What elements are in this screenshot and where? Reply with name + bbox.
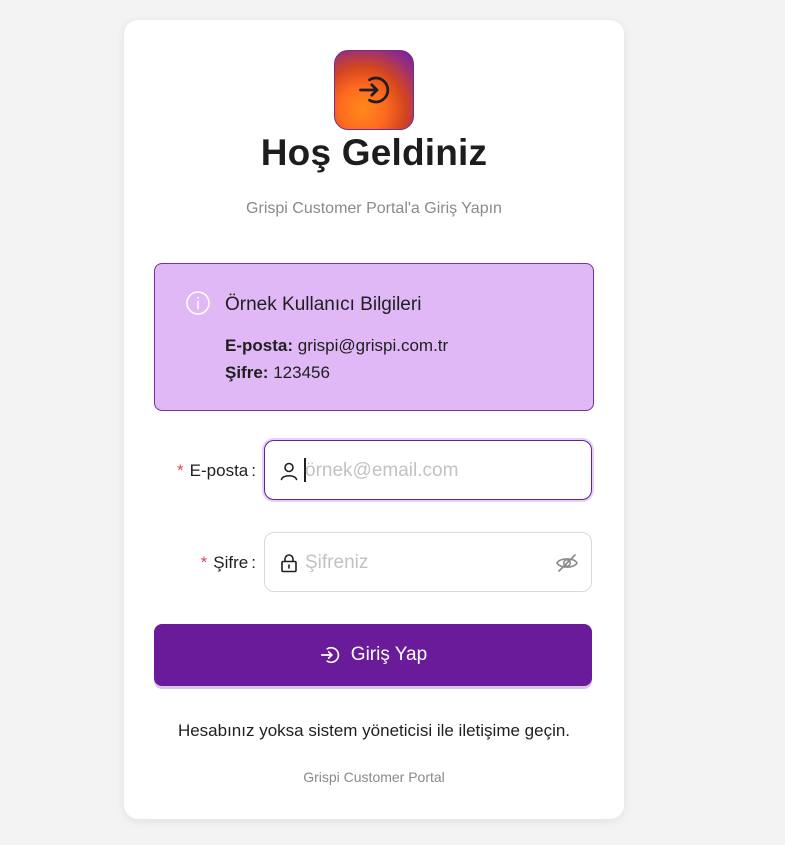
login-icon <box>320 646 340 664</box>
email-field[interactable]: örnek@email.com <box>264 440 592 500</box>
alert-password-label: Şifre: <box>225 363 269 382</box>
login-button[interactable]: Giriş Yap <box>154 624 592 686</box>
alert-title: Örnek Kullanıcı Bilgileri <box>225 294 422 315</box>
footer-text: Grispi Customer Portal <box>303 769 445 785</box>
alert-password-value: 123456 <box>273 363 330 382</box>
user-icon <box>280 462 298 481</box>
info-icon <box>186 291 210 315</box>
help-text: Hesabınız yoksa sistem yöneticisi ile il… <box>177 721 571 740</box>
required-mark: * <box>177 461 184 480</box>
password-field[interactable]: Şifreniz <box>264 532 592 592</box>
page-subtitle: Grispi Customer Portal'a Giriş Yapın <box>246 200 502 217</box>
page-title: Hoş Geldiniz <box>260 132 488 173</box>
password-label: * Şifre: <box>200 553 256 572</box>
required-mark: * <box>200 553 208 572</box>
alert-email-value: grispi@grispi.com.tr <box>297 336 449 355</box>
email-placeholder: örnek@email.com <box>305 460 459 481</box>
email-label: * E-posta: <box>177 461 256 480</box>
app-logo <box>334 50 414 130</box>
alert-email-label: E-posta: <box>225 336 293 355</box>
login-icon <box>359 76 390 104</box>
eye-off-icon[interactable] <box>555 552 579 574</box>
login-button-label: Giriş Yap <box>350 644 428 665</box>
login-card: Hoş Geldiniz Grispi Customer Portal'a Gi… <box>124 20 624 819</box>
alert-password-line: Şifre: 123456 <box>225 363 330 383</box>
sample-credentials-alert: Örnek Kullanıcı Bilgileri E-posta: grisp… <box>154 263 594 411</box>
lock-icon <box>281 554 297 573</box>
password-placeholder: Şifreniz <box>305 552 369 573</box>
alert-email-line: E-posta: grispi@grispi.com.tr <box>225 336 448 356</box>
